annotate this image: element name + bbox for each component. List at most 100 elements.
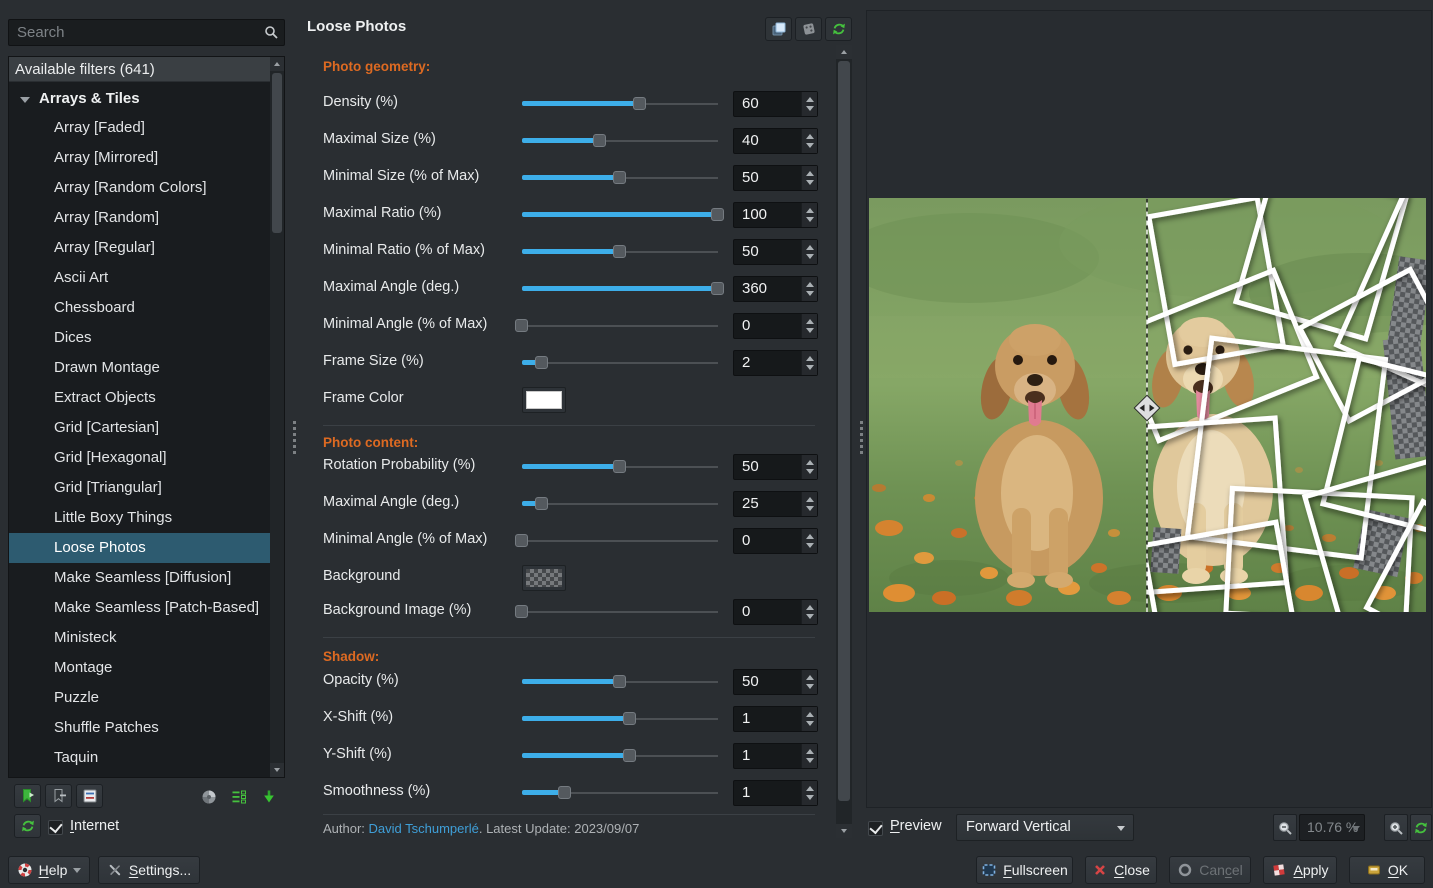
author-link[interactable]: David Tschumperlé bbox=[369, 821, 479, 836]
param-spinbox[interactable]: 100 bbox=[733, 202, 818, 228]
settings-button[interactable]: Settings... bbox=[98, 856, 200, 884]
scroll-up-icon[interactable] bbox=[270, 57, 284, 71]
param-slider[interactable] bbox=[522, 276, 718, 302]
spin-arrows-icon[interactable] bbox=[801, 529, 817, 553]
refresh-filters-button[interactable] bbox=[14, 814, 41, 838]
param-spinbox[interactable]: 0 bbox=[733, 528, 818, 554]
filter-item[interactable]: Drawn Montage bbox=[9, 353, 270, 383]
spin-arrows-icon[interactable] bbox=[801, 492, 817, 516]
param-slider[interactable] bbox=[522, 491, 718, 517]
slider-handle[interactable] bbox=[633, 97, 646, 110]
filter-item[interactable]: Array [Random Colors] bbox=[9, 173, 270, 203]
add-favorite-button[interactable] bbox=[14, 784, 41, 808]
param-slider[interactable] bbox=[522, 669, 718, 695]
param-spinbox[interactable]: 50 bbox=[733, 165, 818, 191]
slider-handle[interactable] bbox=[613, 245, 626, 258]
slider-handle[interactable] bbox=[613, 171, 626, 184]
filter-item[interactable]: Array [Mirrored] bbox=[9, 143, 270, 173]
filter-item[interactable]: Taquin bbox=[9, 743, 270, 773]
param-slider[interactable] bbox=[522, 165, 718, 191]
slider-handle[interactable] bbox=[711, 208, 724, 221]
filter-item[interactable]: Shuffle Patches bbox=[9, 713, 270, 743]
param-spinbox[interactable]: 25 bbox=[733, 491, 818, 517]
apply-button[interactable]: Apply bbox=[1263, 856, 1337, 884]
param-slider[interactable] bbox=[522, 313, 718, 339]
param-slider[interactable] bbox=[522, 528, 718, 554]
slider-handle[interactable] bbox=[613, 460, 626, 473]
spin-arrows-icon[interactable] bbox=[801, 455, 817, 479]
zoom-out-button[interactable] bbox=[1273, 814, 1297, 841]
slider-handle[interactable] bbox=[535, 356, 548, 369]
param-slider[interactable] bbox=[522, 202, 718, 228]
frame-color-swatch[interactable] bbox=[522, 387, 566, 413]
filter-item[interactable]: Array [Random] bbox=[9, 203, 270, 233]
reset-params-button[interactable] bbox=[825, 17, 852, 41]
param-slider[interactable] bbox=[522, 599, 718, 625]
remove-favorite-button[interactable] bbox=[45, 784, 72, 808]
param-spinbox[interactable]: 1 bbox=[733, 780, 818, 806]
visible-filters-button[interactable] bbox=[228, 786, 250, 808]
zoom-reset-button[interactable] bbox=[1410, 814, 1432, 841]
spin-arrows-icon[interactable] bbox=[801, 314, 817, 338]
search-input[interactable] bbox=[8, 19, 285, 46]
slider-handle[interactable] bbox=[711, 282, 724, 295]
fullscreen-button[interactable]: Fullscreen bbox=[976, 856, 1073, 884]
spin-arrows-icon[interactable] bbox=[801, 277, 817, 301]
spin-arrows-icon[interactable] bbox=[801, 351, 817, 375]
param-spinbox[interactable]: 1 bbox=[733, 706, 818, 732]
filter-item[interactable]: Array [Regular] bbox=[9, 233, 270, 263]
scrollbar-thumb[interactable] bbox=[838, 61, 850, 801]
filter-item[interactable]: Montage bbox=[9, 653, 270, 683]
preview-checkbox[interactable] bbox=[868, 821, 883, 836]
download-filters-button[interactable] bbox=[258, 786, 280, 808]
background-swatch[interactable] bbox=[522, 565, 566, 591]
internet-checkbox[interactable] bbox=[48, 820, 63, 835]
slider-handle[interactable] bbox=[623, 749, 636, 762]
param-spinbox[interactable]: 50 bbox=[733, 454, 818, 480]
filter-item[interactable]: Grid [Hexagonal] bbox=[9, 443, 270, 473]
zoom-level-field[interactable]: 10.76 % bbox=[1299, 814, 1365, 841]
param-spinbox[interactable]: 360 bbox=[733, 276, 818, 302]
spin-arrows-icon[interactable] bbox=[801, 166, 817, 190]
param-spinbox[interactable]: 0 bbox=[733, 599, 818, 625]
category-arrays-tiles[interactable]: Arrays & Tiles bbox=[9, 84, 270, 114]
param-slider[interactable] bbox=[522, 454, 718, 480]
spin-arrows-icon[interactable] bbox=[801, 744, 817, 768]
param-slider[interactable] bbox=[522, 91, 718, 117]
zoom-in-button[interactable] bbox=[1384, 814, 1408, 841]
scrollbar-thumb[interactable] bbox=[272, 73, 282, 233]
param-spinbox[interactable]: 50 bbox=[733, 669, 818, 695]
spin-arrows-icon[interactable] bbox=[801, 781, 817, 805]
filter-item[interactable]: Extract Objects bbox=[9, 383, 270, 413]
filter-item[interactable]: Make Seamless [Diffusion] bbox=[9, 563, 270, 593]
scroll-down-icon[interactable] bbox=[270, 763, 284, 777]
param-slider[interactable] bbox=[522, 706, 718, 732]
slider-handle[interactable] bbox=[613, 675, 626, 688]
slider-handle[interactable] bbox=[515, 605, 528, 618]
filter-item[interactable]: Grid [Triangular] bbox=[9, 473, 270, 503]
slider-handle[interactable] bbox=[515, 319, 528, 332]
param-slider[interactable] bbox=[522, 350, 718, 376]
param-spinbox[interactable]: 60 bbox=[733, 91, 818, 117]
param-spinbox[interactable]: 2 bbox=[733, 350, 818, 376]
spin-arrows-icon[interactable] bbox=[801, 129, 817, 153]
help-button[interactable]: Help bbox=[8, 856, 90, 884]
expand-collapse-button[interactable] bbox=[198, 786, 220, 808]
slider-handle[interactable] bbox=[593, 134, 606, 147]
filter-item[interactable]: Grid [Cartesian] bbox=[9, 413, 270, 443]
filter-item[interactable]: Ministeck bbox=[9, 623, 270, 653]
filter-item[interactable]: Make Seamless [Patch-Based] bbox=[9, 593, 270, 623]
close-button[interactable]: Close bbox=[1085, 856, 1157, 884]
slider-handle[interactable] bbox=[558, 786, 571, 799]
filter-item[interactable]: Dices bbox=[9, 323, 270, 353]
param-spinbox[interactable]: 50 bbox=[733, 239, 818, 265]
filter-item-selected[interactable]: Loose Photos bbox=[9, 533, 270, 563]
filter-item[interactable]: Array [Faded] bbox=[9, 113, 270, 143]
slider-handle[interactable] bbox=[515, 534, 528, 547]
filter-item[interactable]: Puzzle bbox=[9, 683, 270, 713]
filter-item[interactable]: Chessboard bbox=[9, 293, 270, 323]
filter-item[interactable]: Ascii Art bbox=[9, 263, 270, 293]
spin-arrows-icon[interactable] bbox=[801, 240, 817, 264]
scroll-down-icon[interactable] bbox=[836, 824, 852, 838]
splitter-handle-right[interactable] bbox=[860, 421, 864, 454]
